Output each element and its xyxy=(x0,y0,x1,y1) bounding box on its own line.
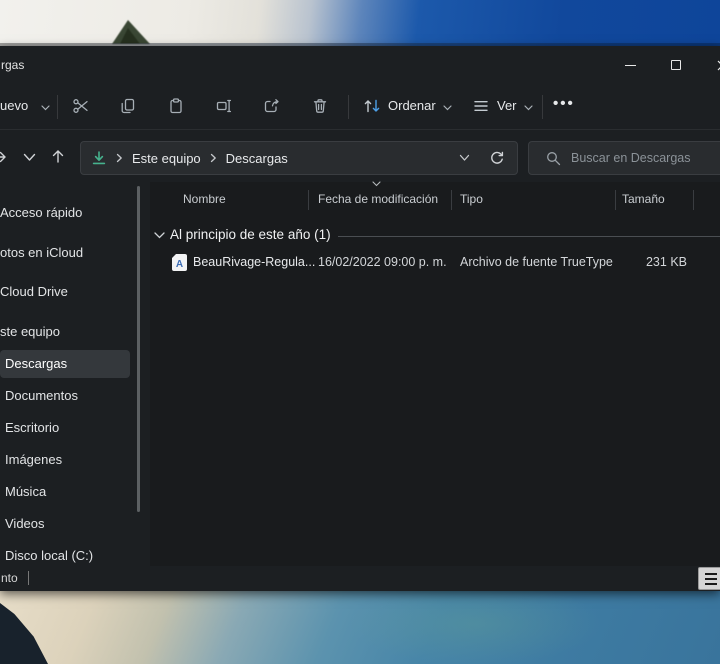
toolbar-divider xyxy=(542,95,543,119)
paste-icon[interactable] xyxy=(167,97,185,115)
toolbar-divider xyxy=(348,95,349,119)
close-icon xyxy=(717,60,720,70)
navigation-bar: Este equipo Descargas xyxy=(0,132,720,180)
rock-image xyxy=(0,603,48,664)
more-options-button[interactable]: ••• xyxy=(553,95,575,112)
group-divider-line xyxy=(338,236,720,237)
column-divider[interactable] xyxy=(451,190,452,210)
file-modified-date: 16/02/2022 09:00 p. m. xyxy=(318,255,447,269)
title-bar: rgas xyxy=(0,46,720,84)
column-header-fecha[interactable]: Fecha de modificación xyxy=(318,192,438,206)
view-button[interactable]: Ver xyxy=(497,98,517,113)
search-input[interactable] xyxy=(571,142,711,174)
font-icon-letter: A xyxy=(175,259,184,270)
copy-icon[interactable] xyxy=(119,97,137,115)
status-bar: nto xyxy=(0,566,720,591)
sidebar-item-icloud-drive[interactable]: Cloud Drive xyxy=(0,278,132,306)
sidebar-item-fotos-en-icloud[interactable]: otos en iCloud xyxy=(0,239,132,267)
breadcrumb-este-equipo[interactable]: Este equipo xyxy=(132,151,201,166)
maximize-button[interactable] xyxy=(656,46,696,84)
file-name: BeauRivage-Regula... xyxy=(193,255,316,269)
rename-icon[interactable] xyxy=(215,97,233,115)
sidebar-item-este-equipo[interactable]: ste equipo xyxy=(0,318,132,346)
address-dropdown-chevron-icon[interactable] xyxy=(459,154,470,162)
breadcrumb-descargas[interactable]: Descargas xyxy=(226,151,288,166)
close-button[interactable] xyxy=(702,46,720,84)
column-divider[interactable] xyxy=(308,190,309,210)
minimize-icon xyxy=(624,64,636,66)
chevron-right-icon xyxy=(116,153,122,163)
forward-icon[interactable] xyxy=(0,149,8,165)
refresh-icon[interactable] xyxy=(489,150,505,166)
window-title: rgas xyxy=(1,58,25,72)
mountain-peak-image xyxy=(112,20,150,44)
table-row[interactable]: A BeauRivage-Regula... 16/02/2022 09:00 … xyxy=(150,250,720,276)
new-button[interactable]: uevo xyxy=(0,98,28,113)
sidebar-item-acceso-rapido[interactable]: Acceso rápido xyxy=(0,199,132,227)
chevron-down-icon xyxy=(524,105,533,111)
column-divider[interactable] xyxy=(615,190,616,210)
chevron-right-icon xyxy=(210,153,216,163)
truetype-font-file-icon: A xyxy=(172,254,187,271)
details-view-icon xyxy=(705,572,717,575)
delete-icon[interactable] xyxy=(311,97,329,115)
column-header-tipo[interactable]: Tipo xyxy=(460,192,483,206)
sort-icon xyxy=(364,99,380,113)
sidebar-item-videos[interactable]: Videos xyxy=(0,510,134,538)
sidebar-item-musica[interactable]: Música xyxy=(0,478,134,506)
file-list: Nombre Fecha de modificación Tipo Tamaño… xyxy=(150,181,720,566)
column-header-nombre[interactable]: Nombre xyxy=(183,192,226,206)
sort-direction-icon xyxy=(372,181,381,187)
command-toolbar: uevo Ordenar Ver ••• xyxy=(0,84,720,130)
recent-locations-chevron-icon[interactable] xyxy=(23,153,36,162)
chevron-down-icon xyxy=(41,105,50,111)
sidebar-item-descargas[interactable]: Descargas xyxy=(0,350,130,378)
screen: rgas uevo Ordenar Ver ••• Este equipo De… xyxy=(0,0,720,664)
search-box[interactable] xyxy=(528,141,720,175)
item-count-text: nto xyxy=(1,571,18,585)
cut-icon[interactable] xyxy=(72,97,90,115)
group-label: Al principio de este año (1) xyxy=(170,227,331,242)
details-view-toggle-button[interactable] xyxy=(698,567,720,590)
sidebar-item-escritorio[interactable]: Escritorio xyxy=(0,414,134,442)
desktop-wallpaper-top xyxy=(0,0,720,46)
column-header-tamano[interactable]: Tamaño xyxy=(622,192,665,206)
maximize-icon xyxy=(671,60,681,70)
column-divider[interactable] xyxy=(693,190,694,210)
sidebar-item-documentos[interactable]: Documentos xyxy=(0,382,134,410)
desktop-wallpaper-bottom xyxy=(0,591,720,664)
address-bar[interactable]: Este equipo Descargas xyxy=(80,141,518,175)
toolbar-divider xyxy=(57,95,58,119)
search-icon xyxy=(547,152,561,166)
status-divider xyxy=(28,571,29,585)
group-collapse-chevron-icon[interactable] xyxy=(154,232,165,239)
share-icon[interactable] xyxy=(263,97,281,115)
downloads-icon xyxy=(92,151,106,165)
up-icon[interactable] xyxy=(50,148,66,164)
minimize-button[interactable] xyxy=(610,46,650,84)
file-explorer-window: rgas uevo Ordenar Ver ••• Este equipo De… xyxy=(0,46,720,591)
chevron-down-icon xyxy=(443,105,452,111)
sort-button[interactable]: Ordenar xyxy=(388,98,436,113)
sidebar-item-imagenes[interactable]: Imágenes xyxy=(0,446,134,474)
group-header[interactable]: Al principio de este año (1) xyxy=(150,224,720,248)
view-icon xyxy=(474,101,488,111)
sidebar-scrollbar[interactable] xyxy=(137,186,140,512)
file-size: 231 KB xyxy=(645,255,687,269)
